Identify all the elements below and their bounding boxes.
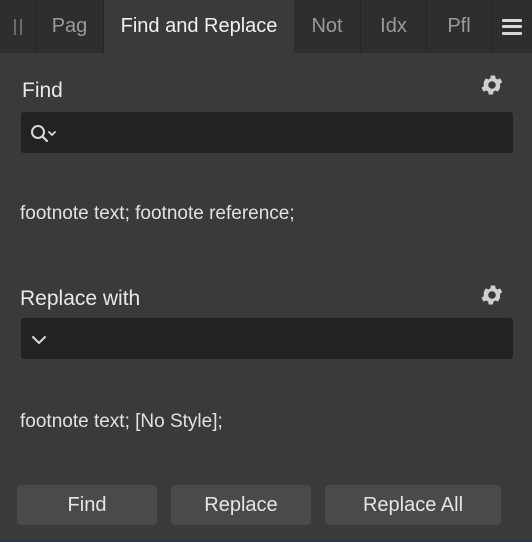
tab-find-and-replace[interactable]: Find and Replace: [104, 0, 294, 53]
tab-pages[interactable]: Pag: [36, 0, 104, 53]
replace-input[interactable]: [49, 318, 513, 359]
tab-bar: Pag Find and Replace Not Idx Pfl: [0, 0, 532, 53]
find-replace-panel: Pag Find and Replace Not Idx Pfl Find fo…: [0, 0, 532, 542]
replace-button[interactable]: Replace: [171, 485, 311, 525]
hamburger-menu-icon[interactable]: [492, 0, 532, 53]
tab-index[interactable]: Idx: [361, 0, 427, 53]
tab-notes[interactable]: Not: [294, 0, 361, 53]
find-field[interactable]: [21, 112, 513, 153]
chevron-down-icon[interactable]: [29, 328, 49, 350]
replace-label: Replace with: [20, 287, 141, 310]
replace-format-summary: footnote text; [No Style];: [20, 411, 223, 432]
replace-field[interactable]: [21, 318, 513, 359]
search-icon[interactable]: [29, 122, 59, 144]
find-button[interactable]: Find: [17, 485, 157, 525]
gear-icon[interactable]: [479, 282, 505, 308]
replace-all-button[interactable]: Replace All: [325, 485, 501, 525]
gear-icon[interactable]: [479, 72, 505, 98]
find-format-summary: footnote text; footnote reference;: [20, 203, 295, 224]
panel-grip-icon[interactable]: [0, 0, 36, 53]
find-label: Find: [22, 79, 63, 102]
tab-preflight[interactable]: Pfl: [427, 0, 492, 53]
find-input[interactable]: [59, 112, 513, 153]
